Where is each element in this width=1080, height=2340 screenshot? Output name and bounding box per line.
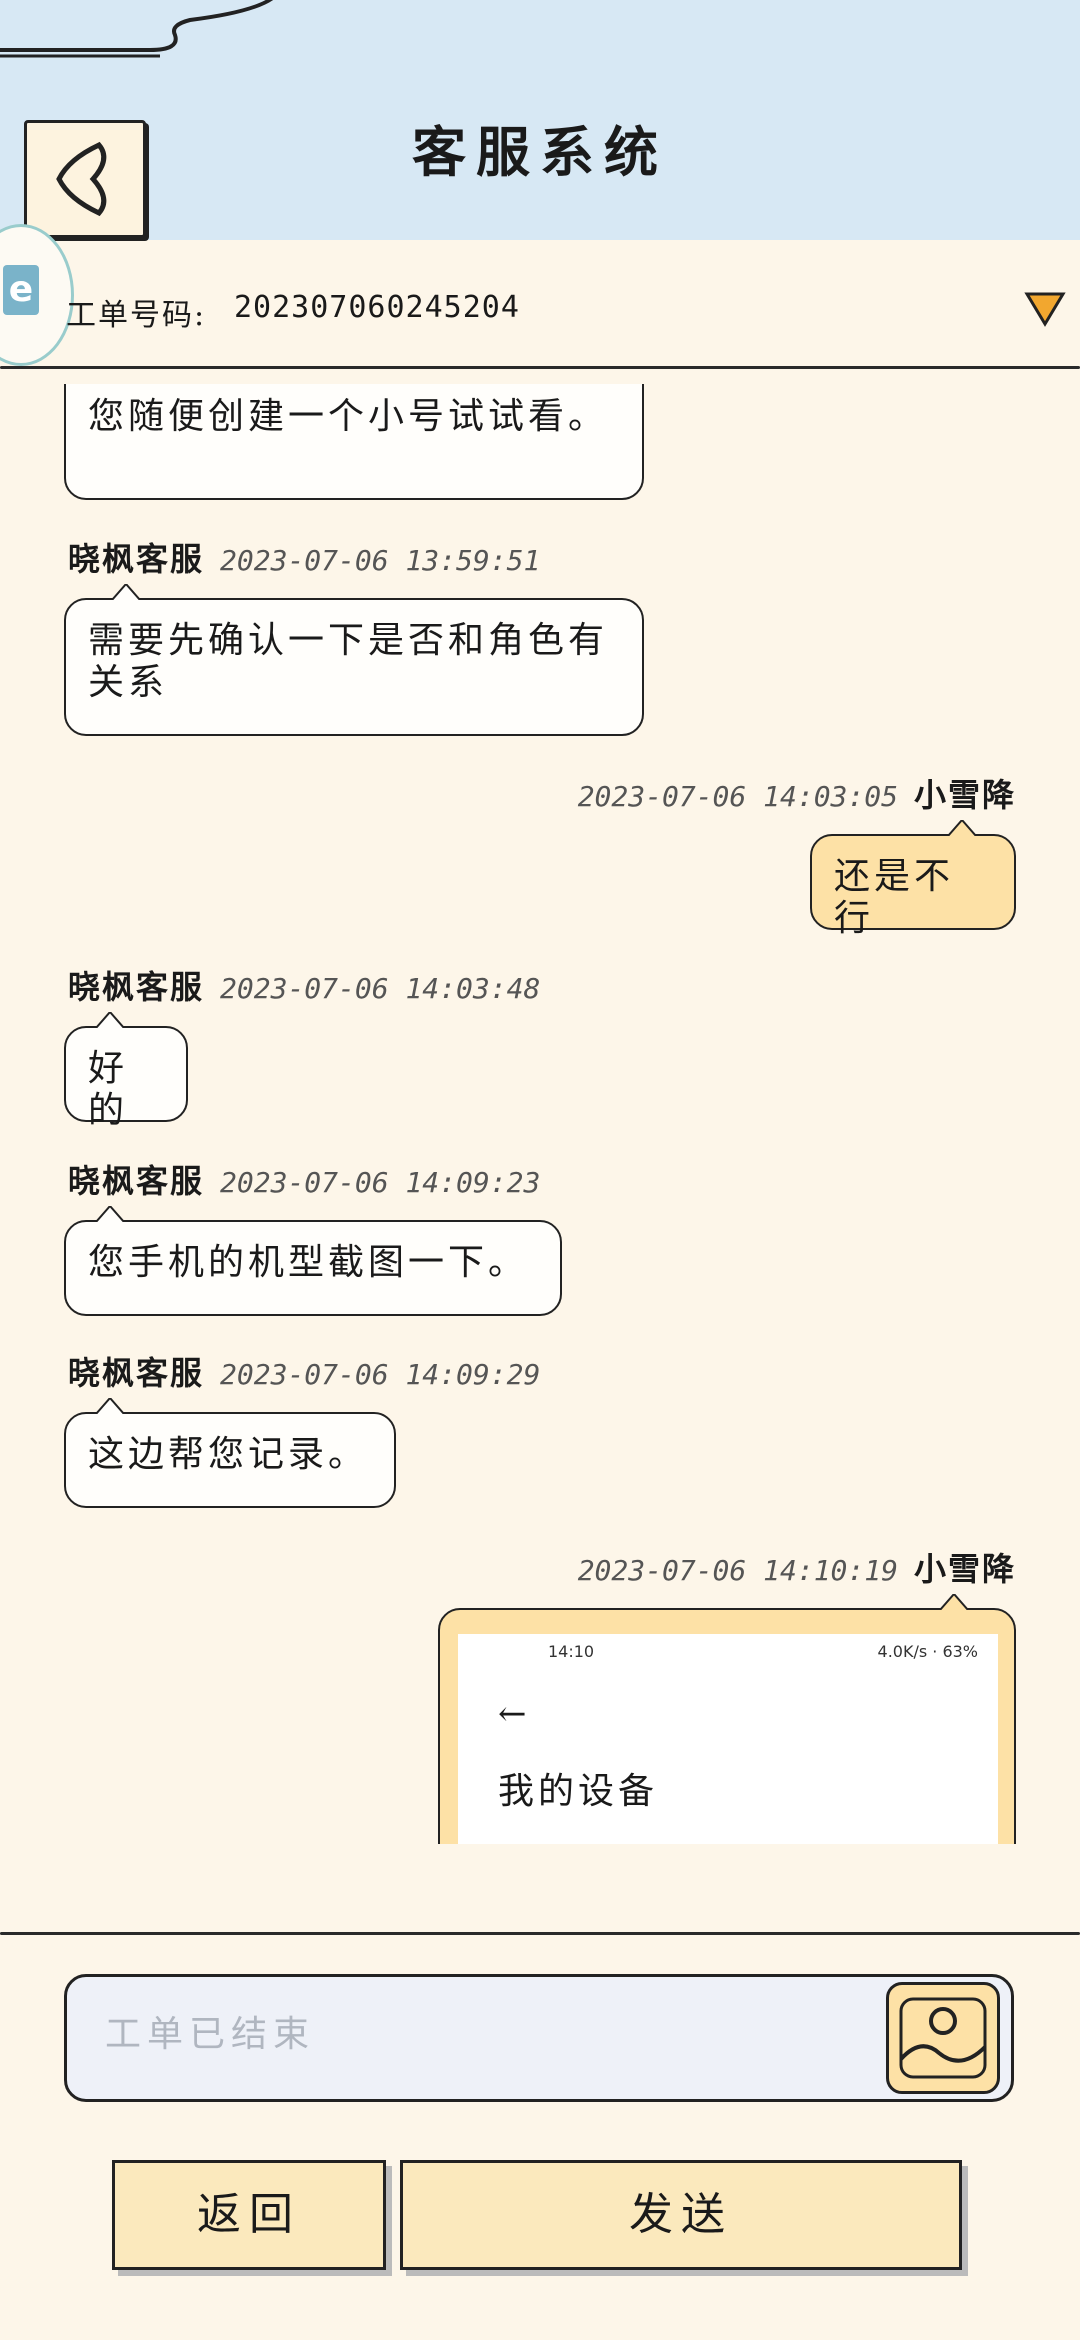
- image-icon: [899, 1997, 987, 2079]
- chat-image-bubble-user[interactable]: 14:10 4.0K/s · 63% ← 我的设备: [438, 1594, 1016, 1844]
- sender-name: 晓枫客服: [68, 1354, 205, 1392]
- message-meta: 2023-07-06 14:03:05 小雪降: [562, 770, 1016, 816]
- chat-bubble-agent: 好的: [64, 1012, 188, 1131]
- message-meta: 晓枫客服 2023-07-06 13:59:51: [68, 534, 556, 580]
- ticket-number: 20230706024520​4: [234, 290, 520, 325]
- back-button[interactable]: 返回: [112, 2160, 386, 2270]
- message-text: 需要先确认一下是否和角色有关系: [88, 620, 609, 703]
- sender-name: 晓枫客服: [68, 540, 205, 578]
- message-text: 您随便创建一个小号试试看。: [88, 396, 609, 437]
- message-input[interactable]: 工单已结束: [64, 1974, 1014, 2102]
- floating-assistant-icon[interactable]: e: [0, 224, 74, 366]
- input-placeholder: 工单已结束: [105, 2014, 316, 2055]
- sender-name: 晓枫客服: [68, 1162, 205, 1200]
- status-indicators: 4.0K/s · 63%: [877, 1642, 978, 1661]
- ticket-number-label: 工单号码:: [66, 298, 207, 333]
- divider: [0, 366, 1080, 369]
- screenshot-heading: 我的设备: [498, 1771, 659, 1812]
- image-thumbnail[interactable]: 14:10 4.0K/s · 63% ← 我的设备: [458, 1634, 998, 1844]
- message-time: 2023-07-06 14:09:23: [220, 1166, 541, 1199]
- dropdown-triangle-icon[interactable]: [1024, 290, 1066, 328]
- message-time: 2023-07-06 14:03:05: [577, 780, 898, 813]
- divider: [0, 1932, 1080, 1935]
- sender-name: 小雪降: [913, 776, 1016, 814]
- back-arrow-icon: ←: [498, 1694, 527, 1734]
- chat-list[interactable]: 您随便创建一个小号试试看。 晓枫客服 2023-07-06 13:59:51 需要…: [0, 384, 1080, 1844]
- send-button[interactable]: 发送: [400, 2160, 962, 2270]
- chat-bubble-agent: 需要先确认一下是否和角色有关系: [64, 584, 644, 736]
- chat-bubble-user: 还是不行: [810, 820, 1016, 939]
- status-time: 14:10: [548, 1642, 595, 1661]
- message-meta: 2023-07-06 14:10:19 小雪降: [562, 1544, 1016, 1590]
- message-time: 2023-07-06 14:10:19: [577, 1554, 898, 1587]
- sender-name: 小雪降: [913, 1550, 1016, 1588]
- image-upload-button[interactable]: [886, 1982, 1000, 2094]
- message-time: 2023-07-06 13:59:51: [220, 544, 541, 577]
- message-meta: 晓枫客服 2023-07-06 14:09:29: [68, 1348, 556, 1394]
- message-text: 这边帮您记录。: [88, 1434, 369, 1475]
- chat-bubble-agent: 这边帮您记录。: [64, 1398, 396, 1508]
- message-time: 2023-07-06 14:09:29: [220, 1358, 541, 1391]
- chat-bubble-agent: 您随便创建一个小号试试看。: [64, 384, 644, 500]
- message-time: 2023-07-06 14:03:48: [220, 972, 541, 1005]
- cloud-decoration-icon: [0, 0, 274, 58]
- message-meta: 晓枫客服 2023-07-06 14:03:48: [68, 962, 556, 1008]
- page-title: 客服系统: [412, 120, 668, 184]
- sender-name: 晓枫客服: [68, 968, 205, 1006]
- message-text: 您手机的机型截图一下。: [88, 1242, 529, 1283]
- message-text: 好的: [88, 1048, 129, 1131]
- chat-bubble-agent: 您手机的机型截图一下。: [64, 1206, 562, 1316]
- message-meta: 晓枫客服 2023-07-06 14:09:23: [68, 1156, 556, 1202]
- message-text: 还是不行: [834, 856, 955, 939]
